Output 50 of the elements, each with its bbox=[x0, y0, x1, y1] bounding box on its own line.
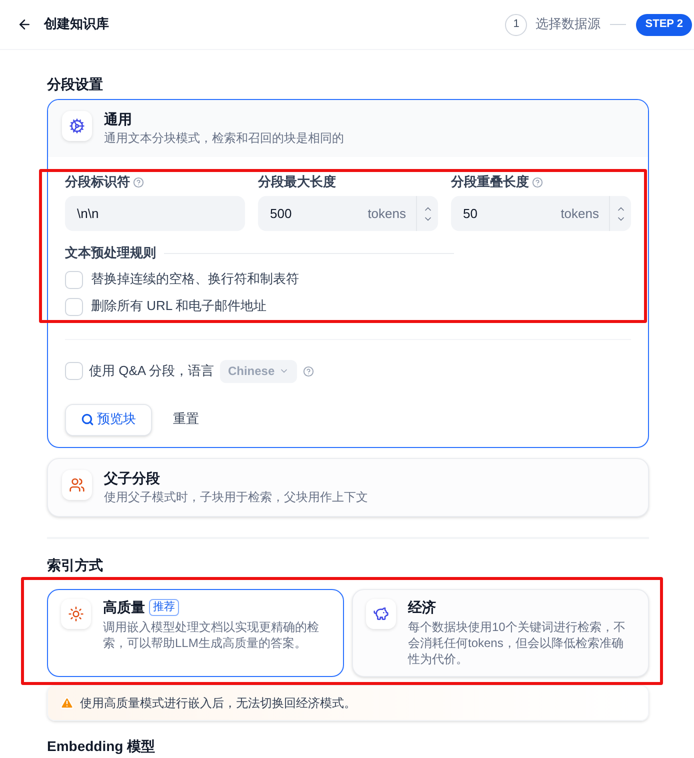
unit-label: tokens bbox=[560, 206, 600, 222]
mode-description: 使用父子模式时，子块用于检索，父块用作上下文 bbox=[104, 490, 368, 505]
help-icon[interactable] bbox=[532, 176, 543, 188]
recommend-badge: 推荐 bbox=[149, 598, 179, 616]
checkbox[interactable] bbox=[65, 298, 83, 316]
checkbox-label: 替换掉连续的空格、换行符和制表符 bbox=[91, 271, 299, 288]
search-icon bbox=[81, 413, 94, 426]
input-field[interactable]: 50 tokens bbox=[451, 196, 631, 232]
mode-card[interactable]: 通用 通用文本分块模式，检索和召回的块是相同的 分段标识符 \n\n 分段最大长度 500 tokens 分段重叠长度 50 tokens 文本预处理规则 替换掉连续的空格、换行符和制表符 删除所有 URL 和电子邮件地址 使用 Q&A 分段，语言 Chinese 预览块 重置 bbox=[47, 98, 649, 448]
step-number: 1 bbox=[505, 14, 528, 36]
field-label: 分段重叠长度 bbox=[451, 174, 529, 190]
option-description: 每个数据块使用10个关键词进行检索，不会消耗任何tokens，但会以降低检索准确性为代价。 bbox=[408, 619, 626, 667]
step-label: 选择数据源 bbox=[535, 16, 600, 33]
checkbox[interactable] bbox=[65, 362, 83, 380]
option-title: 经济 bbox=[408, 598, 436, 616]
warning-icon bbox=[60, 696, 74, 710]
field-label: 分段标识符 bbox=[65, 174, 130, 190]
mode-title: 父子分段 bbox=[104, 470, 161, 487]
option-title: 高质量 bbox=[103, 598, 145, 616]
section-title: 索引方式 bbox=[47, 557, 104, 574]
people-icon bbox=[69, 476, 85, 492]
checkbox[interactable] bbox=[65, 270, 83, 288]
checkbox-label: 删除所有 URL 和电子邮件地址 bbox=[91, 298, 267, 315]
field-value: \n\n bbox=[76, 206, 100, 222]
help-icon[interactable] bbox=[133, 176, 144, 188]
unit-label: tokens bbox=[368, 206, 407, 222]
field-label: 分段最大长度 bbox=[258, 174, 336, 190]
help-icon[interactable] bbox=[302, 366, 314, 376]
warning-text: 使用高质量模式进行嵌入后，无法切换回经济模式。 bbox=[80, 696, 356, 710]
gear-icon bbox=[69, 118, 85, 134]
index-option-card[interactable]: 高质量 推荐 调用嵌入模型处理文档以实现更精确的检索，可以帮助LLM生成高质量的答案。 bbox=[47, 588, 344, 677]
checkbox-label: 使用 Q&A 分段，语言 bbox=[89, 362, 214, 380]
reset-button[interactable]: 重置 bbox=[173, 411, 199, 428]
index-option-card[interactable]: 经济 每个数据块使用10个关键词进行检索，不会消耗任何tokens，但会以降低检索准确性为代价。 bbox=[352, 588, 649, 677]
piggy-bank-icon bbox=[373, 606, 389, 622]
mode-card[interactable]: 父子分段 使用父子模式时，子块用于检索，父块用作上下文 bbox=[47, 458, 649, 517]
mode-title: 通用 bbox=[104, 110, 133, 128]
field-value: 500 bbox=[269, 206, 293, 222]
preview-button[interactable]: 预览块 bbox=[65, 404, 152, 436]
page-title: 创建知识库 bbox=[44, 16, 109, 33]
section-subtitle: 文本预处理规则 bbox=[65, 245, 156, 262]
option-description: 调用嵌入模型处理文档以实现更精确的检索，可以帮助LLM生成高质量的答案。 bbox=[103, 619, 320, 651]
section-title: Embedding 模型 bbox=[47, 738, 156, 756]
sun-icon bbox=[68, 606, 84, 622]
input-field[interactable]: \n\n bbox=[65, 196, 245, 232]
input-field[interactable]: 500 tokens bbox=[258, 196, 438, 232]
step-badge: STEP 2 bbox=[636, 14, 692, 36]
section-title: 分段设置 bbox=[47, 76, 104, 94]
mode-description: 通用文本分块模式，检索和召回的块是相同的 bbox=[104, 131, 344, 146]
field-value: 50 bbox=[462, 206, 478, 222]
